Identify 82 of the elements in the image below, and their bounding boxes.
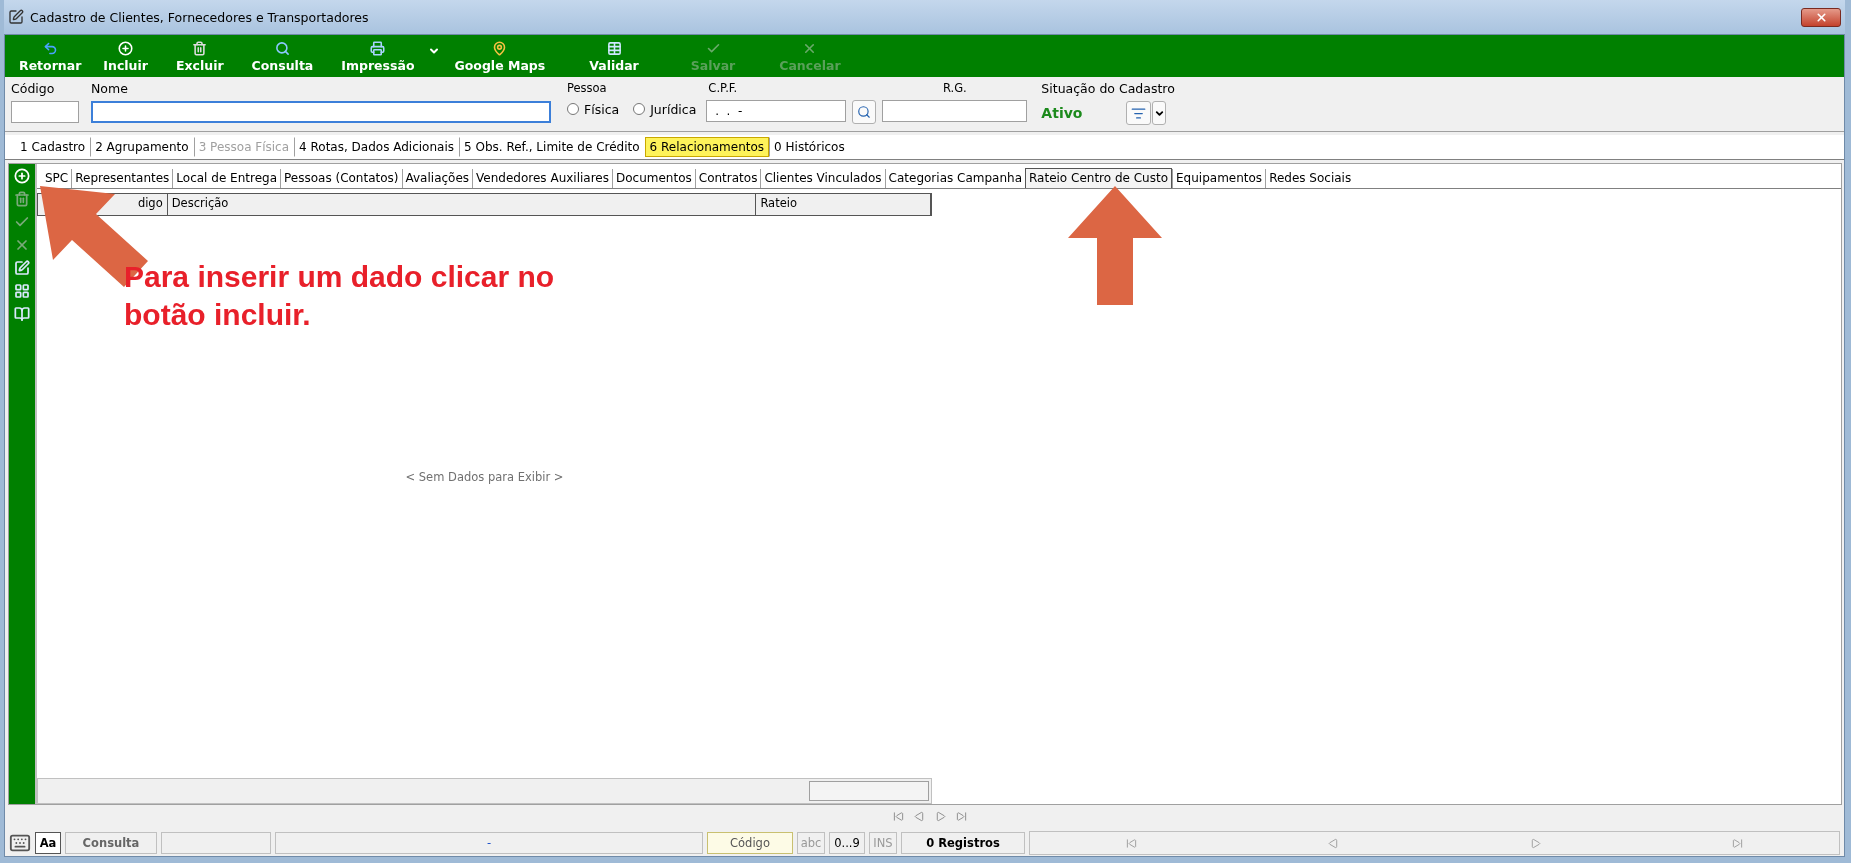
tab[interactable]: Equipamentos — [1172, 169, 1266, 188]
toolbar-button[interactable]: Retornar — [11, 41, 90, 73]
first-icon[interactable] — [892, 810, 904, 822]
radio-button[interactable] — [633, 103, 646, 115]
grid-icon — [14, 283, 30, 299]
tab[interactable]: Representantes — [71, 169, 173, 188]
input-field[interactable] — [882, 100, 1028, 122]
digits-indicator: 0...9 — [829, 832, 865, 854]
list-icon — [1131, 105, 1147, 121]
printer-icon — [370, 41, 386, 56]
plus-circle-icon — [118, 41, 134, 56]
edit-icon — [14, 260, 30, 276]
app-icon — [8, 9, 24, 25]
tab[interactable]: SPC — [41, 169, 72, 188]
empty-message: < Sem Dados para Exibir > — [405, 470, 564, 484]
first-icon[interactable] — [1125, 837, 1137, 849]
field-label: C.P.F. — [707, 81, 739, 95]
column-header: Rateio — [756, 194, 931, 215]
previous-icon[interactable] — [913, 810, 925, 822]
next-icon[interactable] — [1530, 837, 1542, 849]
previous-icon[interactable] — [1327, 837, 1339, 849]
trash-icon — [192, 41, 208, 56]
column-header: Descrição — [167, 194, 757, 215]
record-count: 0 Registros — [901, 832, 1025, 854]
toolbar-button[interactable]: Validar — [559, 41, 669, 73]
tab[interactable]: 5 Obs. Ref., Limite de Crédito — [459, 137, 645, 157]
field-label: Situação do Cadastro — [1041, 81, 1175, 96]
tab[interactable]: 6 Relacionamentos — [644, 137, 770, 157]
radio-option[interactable]: Jurídica — [633, 101, 697, 117]
search-icon — [274, 41, 290, 56]
toolbar-button[interactable]: Google Maps — [440, 41, 560, 73]
book-icon — [14, 306, 30, 322]
close-icon — [14, 237, 30, 253]
dropdown-button[interactable] — [1152, 101, 1167, 125]
field-label: Pessoa — [567, 81, 608, 95]
status-value: Ativo — [1041, 105, 1083, 121]
toolbar-button[interactable]: Incluir — [89, 41, 162, 73]
tab[interactable]: Vendedores Auxiliares — [472, 169, 612, 188]
field-label: R.G. — [941, 81, 968, 95]
toolbar-button[interactable]: Impressão — [327, 41, 429, 73]
tab[interactable]: 1 Cadastro — [15, 137, 91, 157]
ins-indicator: INS — [869, 832, 897, 854]
last-icon[interactable] — [1732, 837, 1744, 849]
tab[interactable]: 0 Históricos — [769, 137, 850, 157]
next-icon[interactable] — [934, 810, 946, 822]
window-title: Cadastro de Clientes, Fornecedores e Transportadores — [30, 9, 370, 25]
tab[interactable]: Redes Sociais — [1265, 169, 1355, 188]
search-button[interactable] — [852, 100, 877, 124]
tab[interactable]: Avaliações — [401, 169, 473, 188]
input-field[interactable]: . . - — [706, 100, 847, 122]
undo-icon — [42, 41, 58, 56]
table-icon — [606, 41, 622, 56]
last-icon[interactable] — [955, 810, 967, 822]
radio-option[interactable]: Física — [567, 101, 620, 117]
tab[interactable]: 2 Agrupamento — [90, 137, 194, 157]
tab[interactable]: Contratos — [694, 169, 761, 188]
field-label: Código — [11, 81, 56, 96]
order-indicator: Código — [707, 832, 793, 854]
tab[interactable]: Documentos — [612, 169, 695, 188]
radio-button[interactable] — [567, 103, 579, 115]
toolbar-button[interactable]: Excluir — [161, 41, 238, 73]
trash-icon — [14, 191, 30, 207]
search-icon — [857, 105, 872, 119]
input-field[interactable] — [91, 101, 551, 123]
input-field[interactable] — [11, 101, 79, 123]
tab[interactable]: Rateio Centro de Custo — [1025, 168, 1173, 188]
keyboard-icon[interactable] — [9, 832, 31, 854]
status-field: - — [275, 832, 703, 854]
tab[interactable]: Local de Entrega — [172, 169, 280, 188]
side-toolbar-button[interactable] — [11, 304, 33, 324]
map-pin-icon — [492, 41, 508, 56]
mode-indicator: Consulta — [65, 832, 157, 854]
plus-circle-icon — [14, 168, 30, 184]
tab[interactable]: 4 Rotas, Dados Adicionais — [294, 137, 459, 157]
field-label: Nome — [91, 81, 129, 96]
font-button[interactable]: Aa — [35, 832, 61, 854]
tab[interactable]: Clientes Vinculados — [760, 169, 885, 188]
tab[interactable]: Pessoas (Contatos) — [280, 169, 402, 188]
close-button[interactable] — [1801, 7, 1841, 27]
abc-indicator: abc — [797, 832, 825, 854]
close-icon — [1814, 10, 1828, 24]
toolbar-button[interactable]: Consulta — [237, 41, 328, 73]
